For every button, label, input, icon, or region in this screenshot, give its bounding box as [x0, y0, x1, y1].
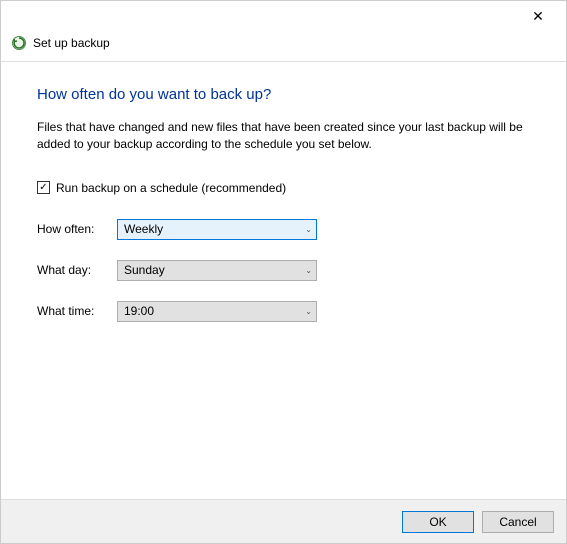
dialog-footer: OK Cancel — [1, 499, 566, 543]
titlebar: ✕ — [1, 1, 566, 31]
window-title: Set up backup — [33, 36, 110, 50]
what-day-row: What day: Sunday ⌄ — [37, 260, 530, 281]
what-time-value: 19:00 — [124, 304, 154, 318]
schedule-checkbox[interactable]: ✓ — [37, 181, 50, 194]
what-day-value: Sunday — [124, 263, 165, 277]
what-time-row: What time: 19:00 ⌄ — [37, 301, 530, 322]
close-button[interactable]: ✕ — [518, 2, 558, 30]
how-often-select[interactable]: Weekly ⌄ — [117, 219, 317, 240]
content-area: How often do you want to back up? Files … — [1, 62, 566, 322]
ok-button-label: OK — [429, 515, 446, 529]
what-time-select[interactable]: 19:00 ⌄ — [117, 301, 317, 322]
check-icon: ✓ — [39, 183, 47, 193]
close-icon: ✕ — [532, 8, 544, 25]
chevron-down-icon: ⌄ — [305, 266, 312, 275]
chevron-down-icon: ⌄ — [305, 307, 312, 316]
schedule-checkbox-label: Run backup on a schedule (recommended) — [56, 181, 286, 195]
what-day-label: What day: — [37, 263, 117, 277]
page-title: How often do you want to back up? — [37, 86, 530, 103]
how-often-row: How often: Weekly ⌄ — [37, 219, 530, 240]
intro-text: Files that have changed and new files th… — [37, 119, 530, 153]
what-day-select[interactable]: Sunday ⌄ — [117, 260, 317, 281]
backup-app-icon — [11, 35, 27, 51]
what-time-label: What time: — [37, 304, 117, 318]
how-often-value: Weekly — [124, 222, 163, 236]
chevron-down-icon: ⌄ — [305, 225, 312, 234]
how-often-label: How often: — [37, 222, 117, 236]
window-header: Set up backup — [1, 31, 566, 61]
ok-button[interactable]: OK — [402, 511, 474, 533]
cancel-button[interactable]: Cancel — [482, 511, 554, 533]
schedule-checkbox-row[interactable]: ✓ Run backup on a schedule (recommended) — [37, 181, 530, 195]
cancel-button-label: Cancel — [499, 515, 536, 529]
